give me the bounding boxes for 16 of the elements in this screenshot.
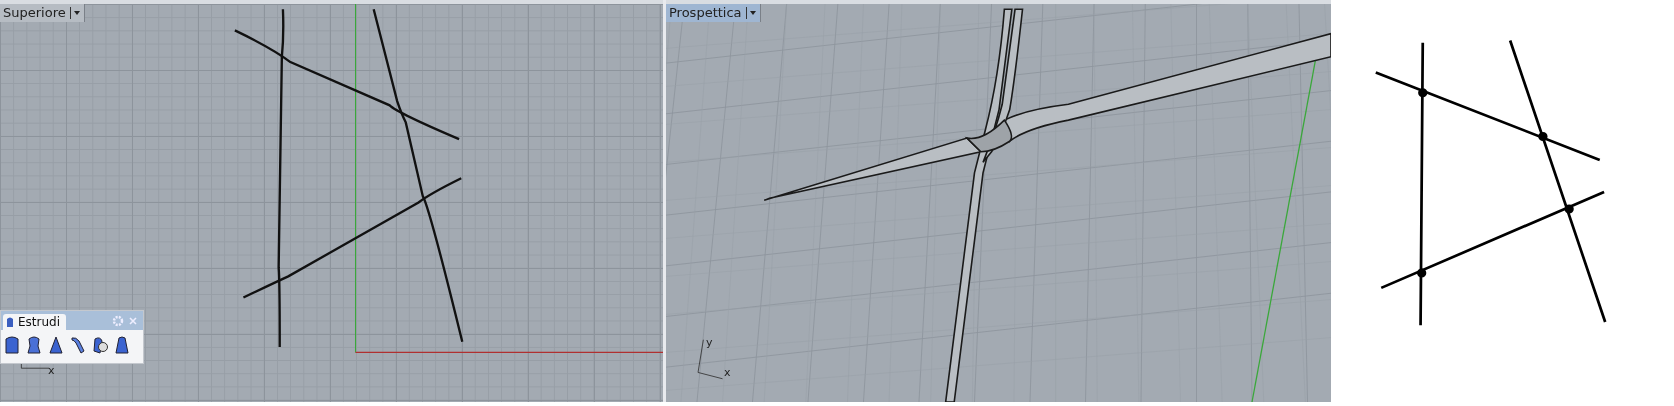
- toolbar-tab[interactable]: Estrudi: [3, 314, 67, 330]
- viewport[interactable]: Prospettica y x: [666, 0, 1331, 402]
- extrude-tapered-icon[interactable]: [114, 335, 130, 355]
- axis-label: y: [706, 336, 713, 349]
- axis-label: x: [724, 366, 731, 379]
- caret-icon[interactable]: [69, 6, 81, 19]
- viewport[interactable]: Superiore Estrudi x: [0, 0, 663, 402]
- axis-icon: [697, 339, 723, 380]
- caret-icon[interactable]: [745, 6, 757, 19]
- extrude-curve-icon[interactable]: [4, 335, 20, 355]
- cone-icon[interactable]: [48, 335, 64, 355]
- extrude-icon: [6, 316, 14, 328]
- extrude-taper-icon[interactable]: [26, 335, 42, 355]
- axis-label: x: [48, 364, 55, 377]
- viewport-title[interactable]: Prospettica: [666, 4, 761, 22]
- viewport-title[interactable]: Superiore: [0, 4, 85, 22]
